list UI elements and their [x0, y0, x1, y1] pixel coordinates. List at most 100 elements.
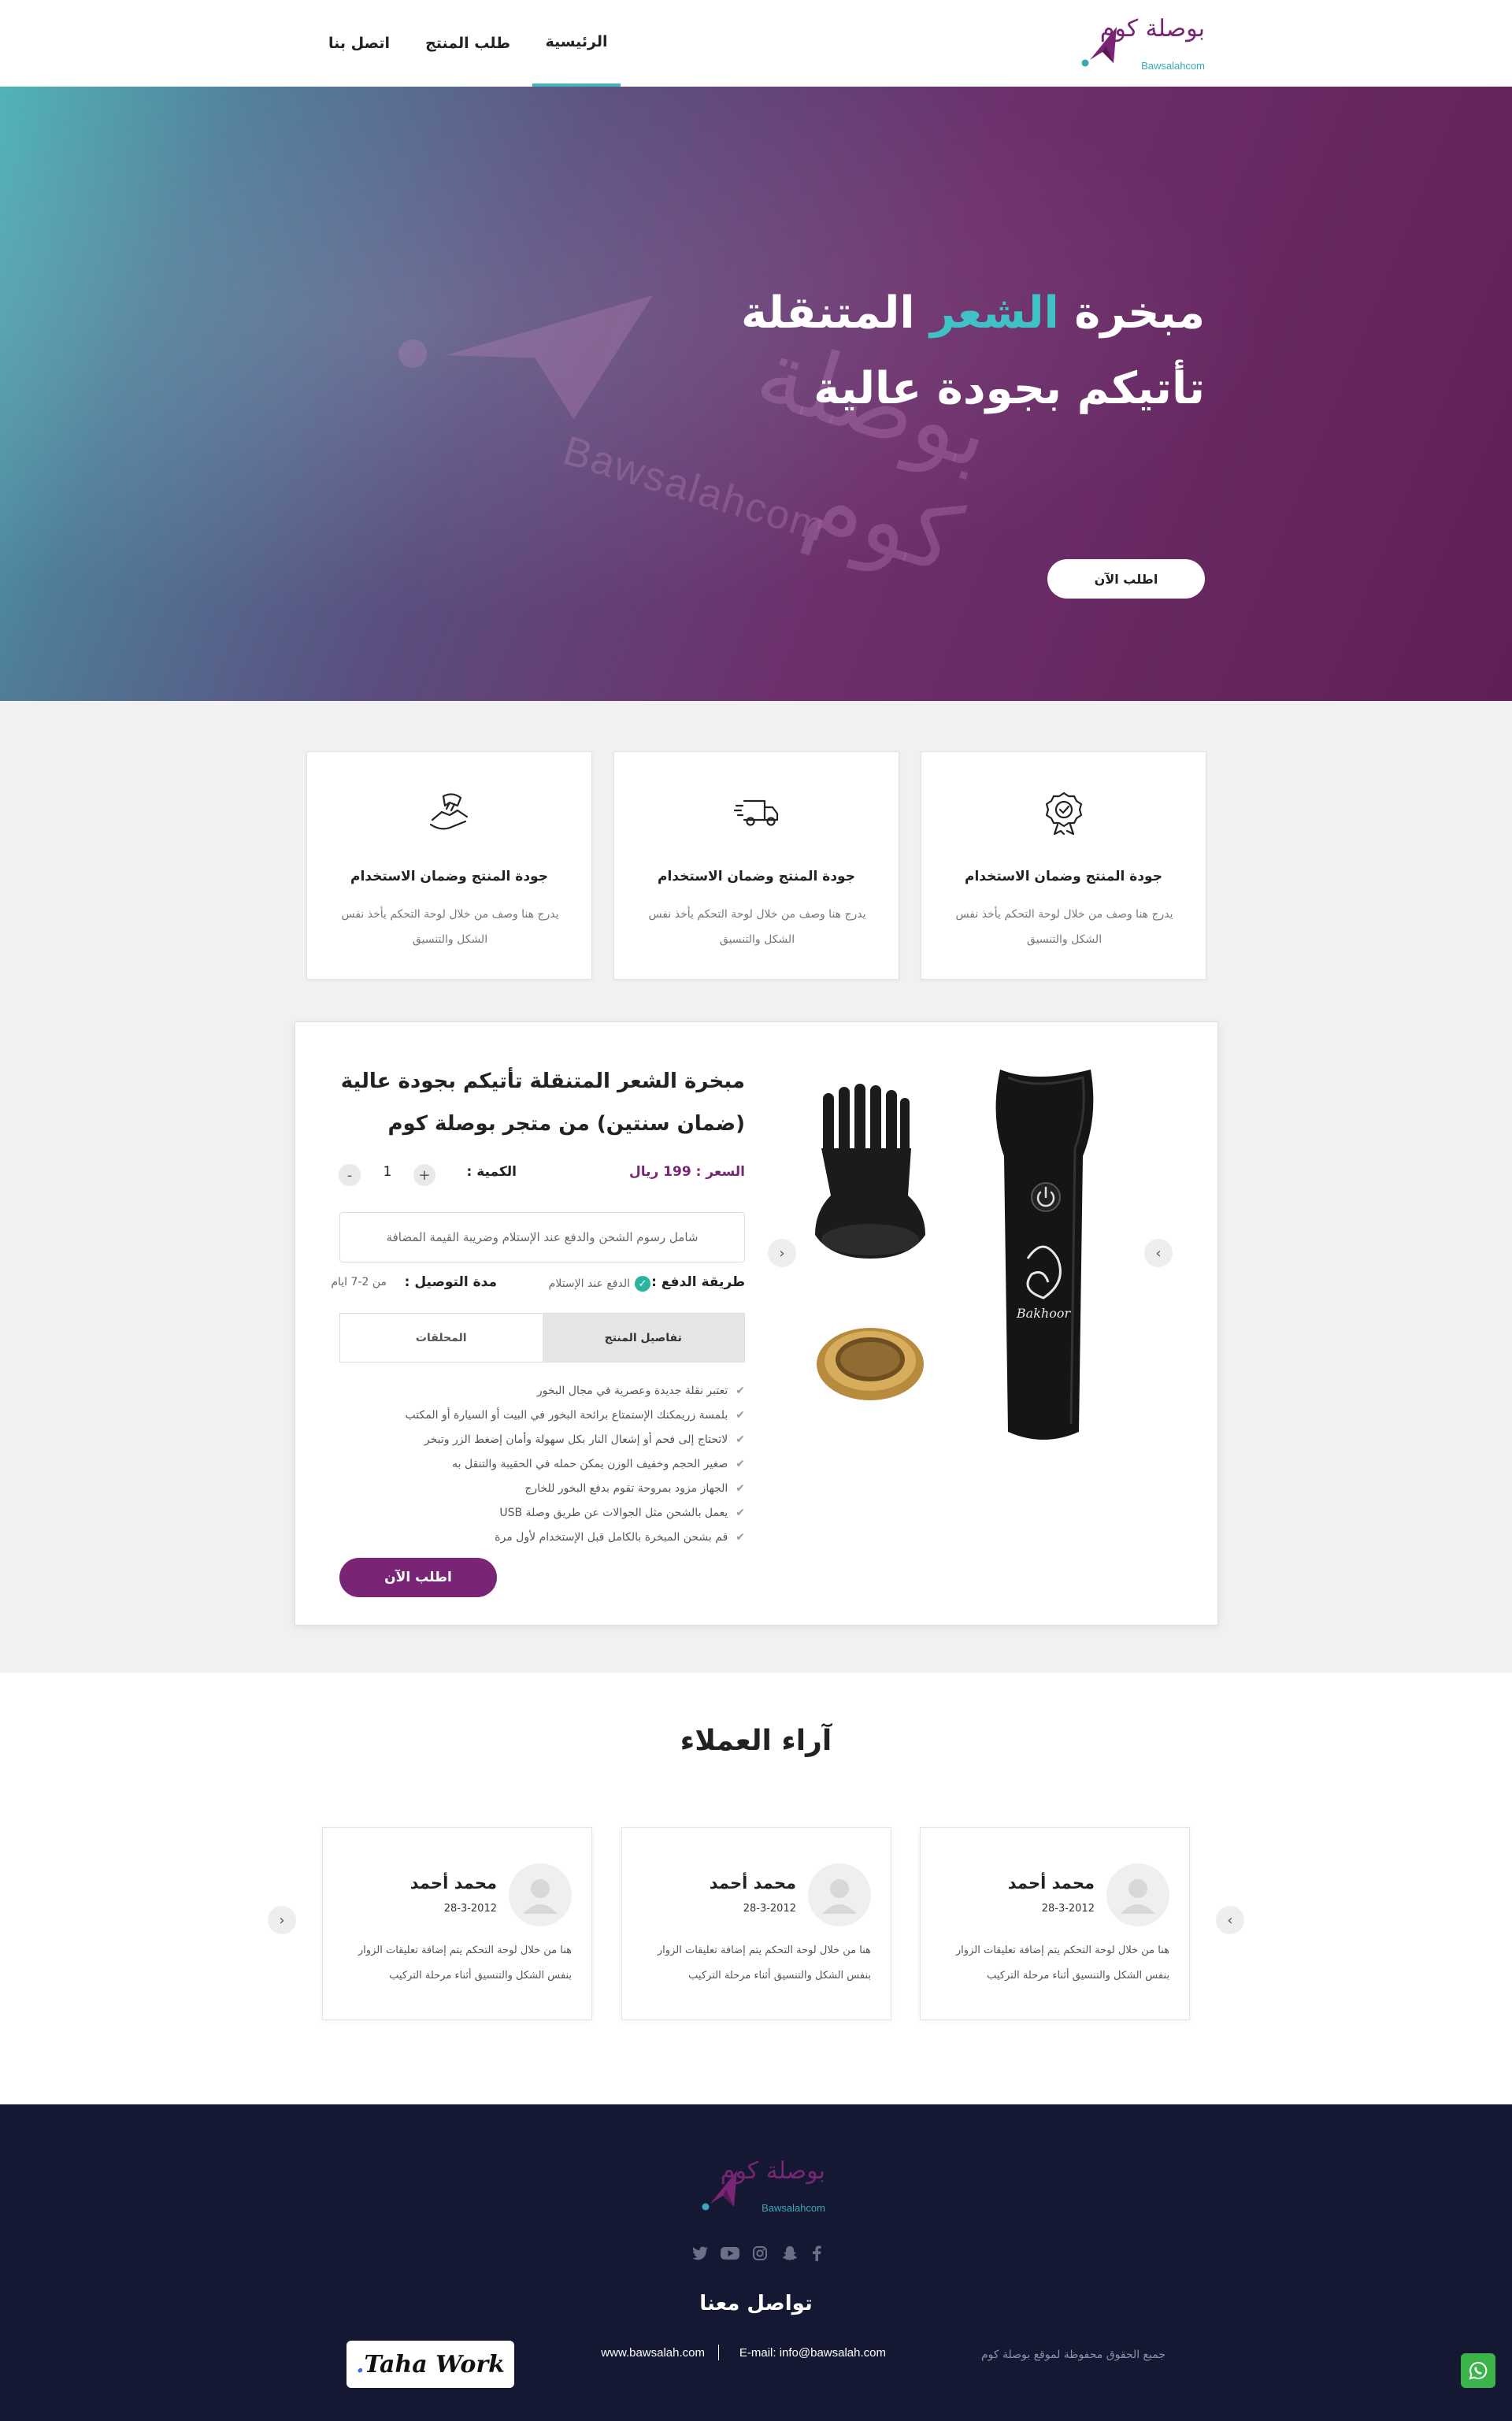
testimonial-date: 28-3-2012 — [743, 1903, 796, 1915]
list-item: ✔ لاتحتاج إلى فحم أو إشعال النار بكل سهول… — [424, 1433, 745, 1446]
handshake-icon — [429, 793, 469, 830]
testimonial-text: هنا من خلال لوحة التحكم يتم إضافة تعليقا… — [955, 1945, 1169, 1982]
chevron-left-icon: ‹ — [779, 1244, 785, 1262]
product-order-button[interactable]: اطلب الآن — [339, 1558, 497, 1597]
user-placeholder-icon — [822, 1879, 857, 1914]
feature-card: جودة المنتج وضمان الاستخدام يدرج هنا وصف… — [921, 751, 1206, 980]
testimonials-prev-arrow[interactable]: › — [1216, 1906, 1244, 1934]
check-icon: ✔ — [736, 1481, 745, 1495]
incense-disc — [817, 1328, 924, 1400]
site-header: بوصلة كوم Bawsalahcom الرئيسية طلب المنت… — [0, 0, 1512, 87]
product-price: السعر : 199 ريال — [628, 1164, 745, 1180]
hero-title: مبخرة الشعر المتنقلة تأتيكم بجودة عالية — [575, 276, 1205, 427]
user-placeholder-icon — [1121, 1879, 1155, 1914]
footer-divider — [718, 2345, 719, 2360]
logo-english-text: Bawsalahcom — [762, 2202, 825, 2214]
nav-order-product[interactable]: طلب المنتج — [424, 0, 512, 87]
logo-english-text: Bawsalahcom — [1141, 60, 1205, 72]
contact-title: تواصل معنا — [699, 2292, 813, 2315]
feature-description: يدرج هنا وصف من خلال لوحة التحكم يأخذ نف… — [955, 908, 1173, 946]
product-tabs: تفاصيل المنتج المحلقات — [339, 1313, 745, 1363]
hero-title-line2: تأتيكم بجودة عالية — [813, 363, 1205, 414]
delivery-label: مدة التوصيل : — [404, 1274, 497, 1290]
logo-arabic-text: بوصلة كوم — [1099, 15, 1205, 43]
chevron-right-icon: › — [1155, 1244, 1162, 1262]
list-item: ✔ يعمل بالشحن مثل الجوالات عن طريق وصلة U… — [499, 1506, 745, 1519]
list-item: ✔ صغير الحجم وخفيف الوزن يمكن حمله في الح… — [452, 1457, 745, 1470]
avatar — [509, 1863, 572, 1926]
check-icon: ✔ — [736, 1433, 745, 1446]
product-card: ‹ › Bakhoor مبخرة الشعر المتنقلة تأتيكم … — [295, 1021, 1218, 1626]
developer-credit-dot: . — [356, 2350, 365, 2378]
facebook-icon[interactable] — [806, 2243, 827, 2263]
testimonial-date: 28-3-2012 — [443, 1903, 497, 1915]
chevron-right-icon: › — [1227, 1911, 1233, 1929]
testimonial-card: محمد أحمد 28-3-2012 هنا من خلال لوحة الت… — [621, 1827, 891, 2020]
feature-title: جودة المنتج وضمان الاستخدام — [350, 869, 548, 884]
product-image: Bakhoor — [815, 1070, 1094, 1440]
hero-banner: بوصلة كوم Bawsalahcom مبخرة الشعر المتنق… — [0, 87, 1512, 701]
chevron-left-icon: ‹ — [279, 1911, 285, 1929]
list-item: ✔ الجهاز مزود بمروحة تقوم بدفع البخور للخ… — [524, 1481, 745, 1495]
payment-method-text: الدفع عند الإستلام — [548, 1277, 630, 1290]
instagram-icon[interactable] — [750, 2243, 770, 2263]
list-item: ✔ تعتبر نقلة جديدة وعصرية في مجال البخور — [536, 1384, 745, 1397]
hair-incense-device: Bakhoor — [995, 1070, 1094, 1440]
avatar — [1106, 1863, 1169, 1926]
snapchat-icon[interactable] — [780, 2243, 800, 2263]
hero-title-word3: المتنقلة — [740, 287, 915, 339]
developer-credit-name: Taha Work — [364, 2350, 505, 2378]
feature-description: يدرج هنا وصف من خلال لوحة التحكم يأخذ نف… — [341, 908, 559, 946]
testimonial-name: محمد أحمد — [1007, 1874, 1095, 1893]
developer-credit-logo[interactable]: Taha Work. — [346, 2341, 514, 2388]
testimonial-name: محمد أحمد — [709, 1874, 796, 1893]
hero-title-highlight: الشعر — [930, 287, 1059, 339]
testimonial-text: هنا من خلال لوحة التحكم يتم إضافة تعليقا… — [358, 1945, 572, 1982]
product-features-list: ✔ تعتبر نقلة جديدة وعصرية في مجال البخور … — [320, 1378, 745, 1549]
tab-product-details[interactable]: تفاصيل المنتج — [542, 1314, 744, 1362]
feature-title: جودة المنتج وضمان الاستخدام — [658, 869, 855, 884]
payment-label: طريقة الدفع : — [651, 1274, 745, 1290]
testimonials-next-arrow[interactable]: ‹ — [268, 1906, 296, 1934]
footer-website-link[interactable]: www.bawsalah.com — [601, 2346, 705, 2360]
testimonial-card: محمد أحمد 28-3-2012 هنا من خلال لوحة الت… — [322, 1827, 592, 2020]
site-logo[interactable]: بوصلة كوم Bawsalahcom — [1079, 16, 1205, 72]
product-title: مبخرة الشعر المتنقلة تأتيكم بجودة عالية … — [340, 1070, 745, 1136]
quantity-increase-button[interactable]: + — [413, 1164, 435, 1186]
payment-method: ✓ الدفع عند الإستلام — [549, 1276, 650, 1292]
hero-title-word1: مبخرة — [1074, 287, 1205, 339]
feature-card: جودة المنتج وضمان الاستخدام يدرج هنا وصف… — [613, 751, 899, 980]
check-icon: ✔ — [736, 1384, 745, 1397]
testimonial-date: 28-3-2012 — [1041, 1903, 1095, 1915]
footer-logo[interactable]: بوصلة كوم Bawsalahcom — [699, 2158, 825, 2217]
list-item: ✔ بلمسة زريمكنك الإستمتاع برائحة البخور ف… — [405, 1408, 745, 1422]
testimonial-name: محمد أحمد — [410, 1874, 497, 1893]
nav-home[interactable]: الرئيسية — [532, 0, 621, 87]
footer-email-link[interactable]: E-mail: info@bawsalah.com — [739, 2346, 886, 2360]
slider-prev-arrow[interactable]: › — [1144, 1239, 1173, 1267]
quantity-decrease-button[interactable]: - — [339, 1164, 361, 1186]
feature-card: جودة المنتج وضمان الاستخدام يدرج هنا وصف… — [306, 751, 592, 980]
twitter-icon[interactable] — [690, 2243, 710, 2263]
feature-title: جودة المنتج وضمان الاستخدام — [965, 869, 1162, 884]
quantity-value[interactable]: 1 — [376, 1164, 399, 1180]
feature-description: يدرج هنا وصف من خلال لوحة التحكم يأخذ نف… — [648, 908, 866, 946]
avatar — [808, 1863, 871, 1926]
slider-next-arrow[interactable]: ‹ — [768, 1239, 796, 1267]
minus-icon: - — [346, 1166, 353, 1184]
whatsapp-button[interactable] — [1461, 2353, 1495, 2388]
svg-text:Bakhoor: Bakhoor — [1016, 1306, 1072, 1321]
delivery-truck-icon — [733, 799, 779, 826]
user-placeholder-icon — [523, 1879, 558, 1914]
logo-arabic-text: بوصلة كوم — [720, 2157, 825, 2185]
plus-icon: + — [418, 1166, 431, 1184]
youtube-icon[interactable] — [720, 2243, 740, 2263]
tab-accessories[interactable]: المحلقات — [340, 1314, 543, 1362]
copyright-text: جميع الحقوق محفوظة لموقع بوصلة كوم — [980, 2349, 1166, 2361]
testimonial-card: محمد أحمد 28-3-2012 هنا من خلال لوحة الت… — [920, 1827, 1190, 2020]
hero-order-button[interactable]: اطلب الآن — [1047, 559, 1205, 599]
check-circle-icon: ✓ — [635, 1276, 650, 1292]
nav-contact[interactable]: اتصل بنا — [323, 0, 395, 87]
whatsapp-icon — [1469, 2361, 1488, 2380]
testimonials-title: آراء العملاء — [680, 1725, 832, 1757]
